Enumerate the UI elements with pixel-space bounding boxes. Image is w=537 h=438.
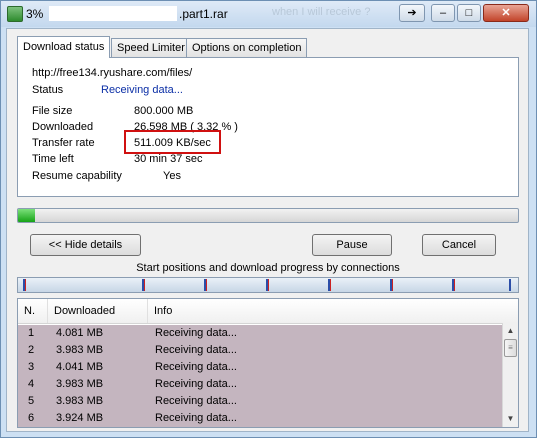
table-row[interactable]: 4 3.983 MB Receiving data... — [18, 376, 502, 393]
url-text: http://free134.ryushare.com/files/ — [32, 67, 193, 79]
row-number: 5 — [28, 395, 35, 407]
column-header-info[interactable]: Info — [148, 299, 502, 323]
redacted-filename — [49, 6, 177, 21]
row-info: Receiving data... — [155, 344, 237, 356]
file-size-value: 800.000 MB — [134, 105, 194, 117]
close-button[interactable]: ✕ — [483, 4, 529, 22]
app-icon — [7, 6, 23, 22]
row-info: Receiving data... — [155, 361, 237, 373]
row-number: 2 — [28, 344, 35, 356]
row-downloaded: 3.983 MB — [56, 395, 104, 407]
list-scrollbar[interactable]: ▲ ≡ ▼ — [502, 323, 518, 427]
minimize-button[interactable]: – — [431, 4, 455, 22]
file-size-label: File size — [32, 105, 73, 117]
connection-progress-marker — [330, 279, 331, 291]
row-number: 6 — [28, 412, 35, 424]
download-progress-bar — [17, 208, 519, 223]
background-window-text: when I will receive ? — [272, 6, 371, 18]
title-filename: .part1.rar — [179, 7, 228, 21]
tab-options-on-completion[interactable]: Options on completion — [186, 38, 308, 57]
title-bar: 3% .part1.rar when I will receive ? ➔ – … — [1, 1, 536, 27]
column-header-downloaded[interactable]: Downloaded — [48, 299, 148, 323]
pause-button[interactable]: Pause — [312, 234, 392, 256]
connection-progress-marker — [268, 279, 269, 291]
connection-progress-marker — [144, 279, 145, 291]
row-downloaded: 3.983 MB — [56, 344, 104, 356]
tab-speed-limiter[interactable]: Speed Limiter — [111, 38, 191, 57]
row-number: 3 — [28, 361, 35, 373]
resume-value: Yes — [163, 170, 181, 182]
scroll-down-icon[interactable]: ▼ — [503, 411, 518, 426]
connections-bar — [17, 277, 519, 293]
status-label: Status — [32, 84, 64, 96]
scroll-thumb[interactable]: ≡ — [504, 339, 517, 357]
cancel-button[interactable]: Cancel — [422, 234, 496, 256]
connection-progress-marker — [25, 279, 26, 291]
downloaded-label: Downloaded — [32, 121, 94, 133]
table-row[interactable]: 2 3.983 MB Receiving data... — [18, 342, 502, 359]
row-number: 1 — [28, 327, 35, 339]
row-number: 4 — [28, 378, 35, 390]
title-percent: 3% — [26, 7, 44, 21]
row-info: Receiving data... — [155, 327, 237, 339]
time-left-label: Time left — [32, 153, 74, 165]
connection-progress-marker — [392, 279, 393, 291]
resume-label: Resume capability — [32, 170, 122, 182]
progress-fill — [18, 209, 35, 222]
transfer-rate-highlight — [124, 130, 221, 154]
time-left-value: 30 min 37 sec — [134, 153, 203, 165]
row-downloaded: 4.041 MB — [56, 361, 104, 373]
table-row[interactable]: 1 4.081 MB Receiving data... — [18, 325, 502, 342]
row-downloaded: 3.983 MB — [56, 378, 104, 390]
connections-list[interactable]: N. Downloaded Info 1 4.081 MB Receiving … — [17, 298, 519, 428]
row-downloaded: 4.081 MB — [56, 327, 104, 339]
connection-progress-marker — [206, 279, 207, 291]
row-downloaded: 3.924 MB — [56, 412, 104, 424]
arrow-icon[interactable]: ➔ — [399, 4, 425, 22]
row-info: Receiving data... — [155, 378, 237, 390]
list-header: N. Downloaded Info — [18, 299, 518, 324]
column-header-n[interactable]: N. — [18, 299, 48, 323]
connection-progress-marker — [454, 279, 455, 291]
tab-download-status[interactable]: Download status — [17, 36, 111, 58]
hide-details-button[interactable]: << Hide details — [30, 234, 141, 256]
status-value: Receiving data... — [101, 84, 183, 96]
row-info: Receiving data... — [155, 412, 237, 424]
scroll-up-icon[interactable]: ▲ — [503, 323, 518, 338]
table-row[interactable]: 6 3.924 MB Receiving data... — [18, 410, 502, 427]
row-info: Receiving data... — [155, 395, 237, 407]
transfer-rate-label: Transfer rate — [32, 137, 95, 149]
maximize-button[interactable]: □ — [457, 4, 481, 22]
table-row[interactable]: 5 3.983 MB Receiving data... — [18, 393, 502, 410]
connections-caption: Start positions and download progress by… — [136, 262, 400, 274]
table-row[interactable]: 3 4.041 MB Receiving data... — [18, 359, 502, 376]
connection-marker — [509, 279, 511, 291]
